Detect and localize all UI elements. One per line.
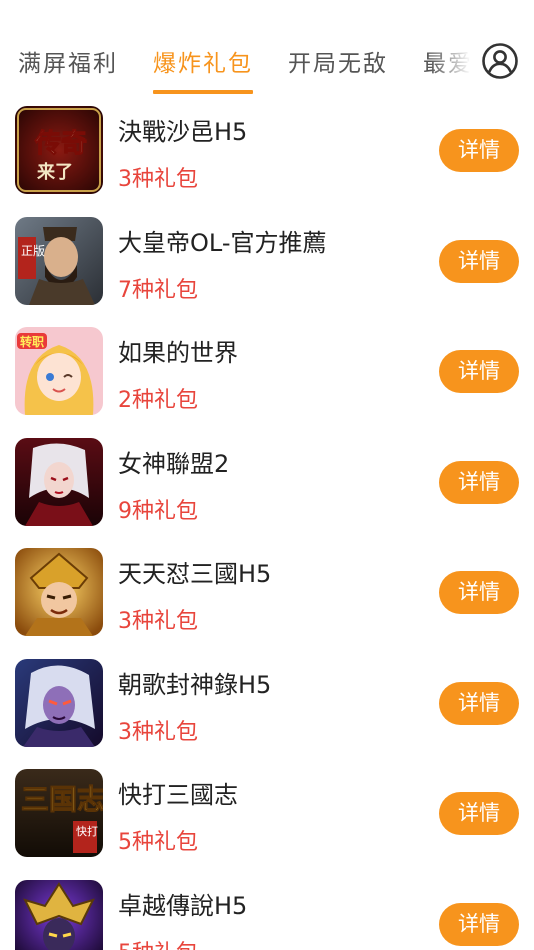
list-item[interactable]: 天天怼三國H5 3种礼包 详情: [0, 542, 534, 653]
tab-explosive-gift-pack[interactable]: 爆炸礼包: [153, 44, 253, 78]
icon-art-text: 快打: [76, 824, 98, 838]
game-icon-nvshen: [15, 437, 103, 526]
game-gift-list: 传奇 来了 決戰沙邑H5 3种礼包 详情 正版 大皇帝OL-官方推薦 7种礼包 …: [0, 100, 534, 950]
game-title: 天天怼三國H5: [118, 560, 272, 588]
category-tab-bar: 满屏福利 爆炸礼包 开局无敌 最爱: [0, 0, 534, 100]
tab-full-screen-welfare[interactable]: 满屏福利: [18, 44, 118, 78]
details-button[interactable]: 详情: [439, 571, 519, 614]
game-title: 決戰沙邑H5: [118, 118, 248, 146]
tab-scroll-fade: [430, 30, 478, 90]
gift-count: 5种礼包: [118, 935, 198, 950]
game-icon-chaoge: [15, 658, 103, 747]
gift-count: 3种礼包: [118, 609, 198, 634]
details-button[interactable]: 详情: [439, 681, 519, 725]
game-title: 大皇帝OL-官方推薦: [118, 228, 327, 257]
game-icon-ruguo: 转职: [15, 327, 103, 415]
gift-list-page: 满屏福利 爆炸礼包 开局无敌 最爱: [0, 0, 534, 950]
game-icon-tiantian: [15, 548, 103, 636]
gift-count: 7种礼包: [118, 277, 198, 303]
user-profile-button[interactable]: [481, 42, 519, 80]
details-button[interactable]: 详情: [439, 902, 519, 946]
active-tab-indicator: [153, 90, 253, 94]
icon-art-text: 来了: [36, 162, 73, 183]
game-icon-kuaida: 三国志 快打: [15, 769, 103, 857]
gift-count: 5种礼包: [118, 830, 198, 855]
icon-art-text: 传奇: [34, 129, 87, 159]
game-title: 卓越傳說H5: [118, 891, 248, 920]
details-button[interactable]: 详情: [439, 239, 519, 283]
gift-count: 3种礼包: [118, 167, 198, 192]
list-item[interactable]: 正版 大皇帝OL-官方推薦 7种礼包 详情: [0, 211, 534, 322]
game-title: 如果的世界: [118, 339, 238, 367]
list-item[interactable]: 女神聯盟2 9种礼包 详情: [0, 432, 534, 543]
game-title: 女神聯盟2: [118, 449, 230, 478]
list-item[interactable]: 转职 如果的世界 2种礼包 详情: [0, 321, 534, 432]
tab-invincible-start[interactable]: 开局无敌: [288, 44, 388, 78]
gift-count: 9种礼包: [118, 498, 198, 524]
gift-count: 3种礼包: [118, 719, 198, 745]
game-icon-dahuangdi: 正版: [15, 216, 103, 305]
game-icon-zhuoyue: [15, 879, 103, 950]
user-circle-icon: [482, 43, 518, 79]
icon-art-text: 正版: [21, 244, 45, 258]
game-icon-juezhan: 传奇 来了: [15, 106, 103, 194]
details-button[interactable]: 详情: [439, 792, 519, 835]
gift-count: 2种礼包: [118, 388, 198, 413]
icon-art-text: 转职: [20, 334, 44, 349]
game-title: 朝歌封神錄H5: [118, 670, 272, 699]
icon-art-text: 三国志: [21, 783, 103, 816]
details-button[interactable]: 详情: [439, 350, 519, 393]
game-title: 快打三國志: [118, 781, 238, 809]
list-item[interactable]: 朝歌封神錄H5 3种礼包 详情: [0, 653, 534, 764]
list-item[interactable]: 卓越傳說H5 5种礼包 详情: [0, 874, 534, 950]
list-item[interactable]: 传奇 来了 決戰沙邑H5 3种礼包 详情: [0, 100, 534, 211]
list-item[interactable]: 三国志 快打 快打三國志 5种礼包 详情: [0, 763, 534, 874]
details-button[interactable]: 详情: [439, 129, 519, 172]
details-button[interactable]: 详情: [439, 460, 519, 504]
